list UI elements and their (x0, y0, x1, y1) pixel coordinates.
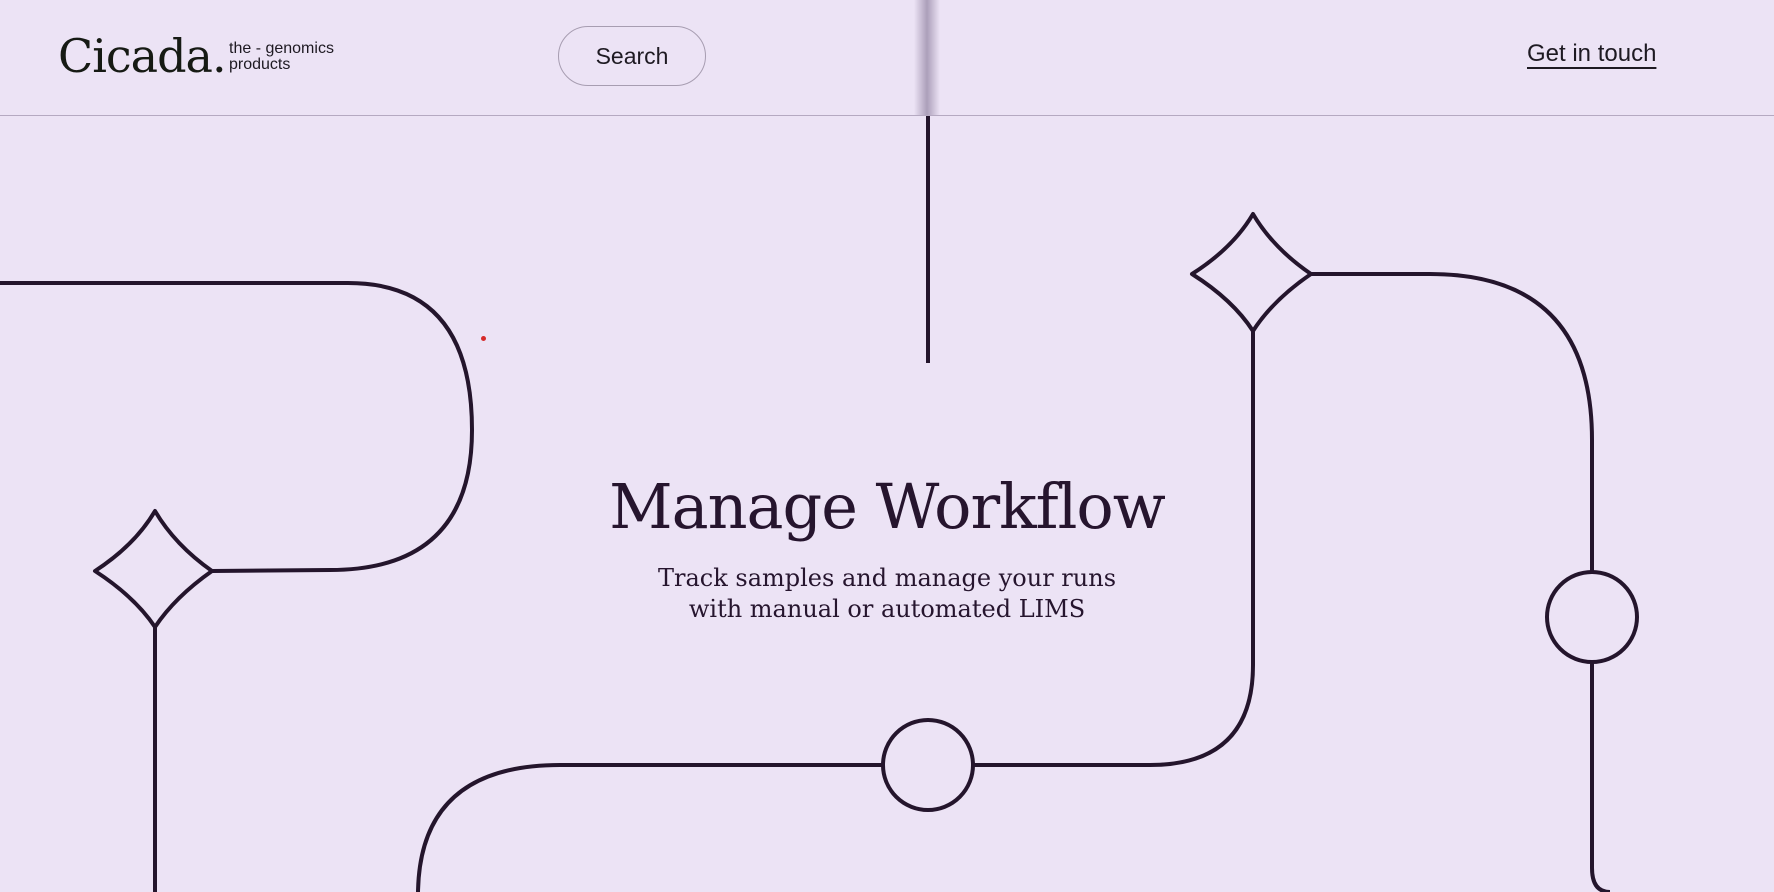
hero-title: Manage Workflow (609, 470, 1166, 543)
right-diamond-icon (1190, 212, 1313, 333)
workflow-line-diagram (0, 115, 1639, 892)
hero-subtitle: Track samples and manage your runs with … (637, 563, 1137, 625)
center-left-path (416, 763, 882, 892)
right-upper-path (1311, 272, 1594, 571)
right-lower-path (1590, 662, 1611, 892)
tagline-line-2: products (229, 56, 291, 73)
site-header: Cicada. the - genomics products Search G… (0, 0, 1774, 116)
hero-subtitle-line-1: Track samples and manage your runs (657, 564, 1117, 592)
tagline: the - genomics products (229, 41, 334, 73)
center-right-path (974, 331, 1255, 767)
hero-subtitle-line-2: with manual or automated LIMS (688, 595, 1086, 623)
page: Cicada. the - genomics products Search G… (0, 0, 1774, 892)
right-circle-node (1545, 570, 1639, 664)
logo[interactable]: Cicada. (58, 22, 227, 90)
left-diamond-icon (93, 509, 214, 629)
scroll-shade (914, 0, 940, 115)
tagline-line-1: the - genomics (229, 40, 334, 57)
left-upper-path (0, 281, 474, 573)
search-button[interactable]: Search (558, 26, 706, 86)
cursor-dot (481, 336, 486, 341)
center-circle-node (881, 718, 975, 812)
get-in-touch-link[interactable]: Get in touch (1527, 40, 1656, 68)
